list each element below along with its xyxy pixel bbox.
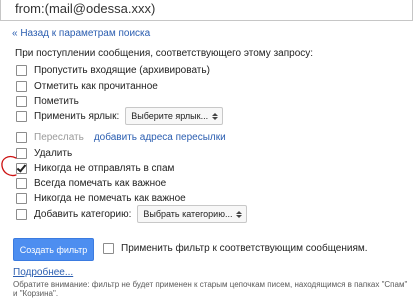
- apply-existing-checkbox[interactable]: [103, 242, 114, 254]
- option-apply-label[interactable]: Применить ярлык: Выберите ярлык...: [16, 107, 224, 125]
- search-query[interactable]: from:(mail@odessa.xxx): [15, 1, 155, 16]
- never-spam-label: Никогда не отправлять в спам: [34, 162, 175, 174]
- filter-note: Обратите внимание: фильтр не будет приме…: [13, 280, 408, 298]
- option-category[interactable]: Добавить категорию: Выбрать категорию...: [16, 205, 248, 223]
- mark-read-checkbox[interactable]: [16, 80, 27, 92]
- forward-checkbox[interactable]: [16, 131, 27, 143]
- star-label: Пометить: [34, 95, 79, 107]
- category-label: Добавить категорию:: [34, 208, 132, 220]
- option-star[interactable]: Пометить: [16, 93, 79, 109]
- option-never-spam[interactable]: Никогда не отправлять в спам: [16, 160, 174, 176]
- label-select-value: Выберите ярлык...: [131, 111, 209, 121]
- learn-more-link[interactable]: Подробнее...: [13, 267, 73, 278]
- red-hand-drawn-mark-icon: [1, 155, 17, 177]
- star-checkbox[interactable]: [16, 95, 27, 107]
- select-arrows-icon: [212, 112, 219, 120]
- back-to-search-link[interactable]: « Назад к параметрам поиска: [12, 28, 150, 39]
- category-select-value: Выбрать категорию...: [143, 209, 233, 219]
- forward-label: Переслать: [34, 131, 84, 143]
- option-skip-inbox[interactable]: Пропустить входящие (архивировать): [16, 62, 210, 78]
- select-arrows-icon: [236, 210, 243, 218]
- search-bar[interactable]: from:(mail@odessa.xxx): [0, 0, 413, 21]
- apply-label-checkbox[interactable]: [16, 110, 27, 122]
- add-forwarding-address-link[interactable]: добавить адреса пересылки: [94, 132, 226, 143]
- never-important-checkbox[interactable]: [16, 192, 27, 204]
- option-always-important[interactable]: Всегда помечать как важное: [16, 175, 166, 191]
- always-important-label: Всегда помечать как важное: [34, 177, 167, 189]
- apply-existing-label: Применить фильтр к соответствующим сообщ…: [121, 242, 368, 254]
- option-delete[interactable]: Удалить: [16, 145, 72, 161]
- create-filter-button[interactable]: Создать фильтр: [13, 238, 94, 261]
- option-forward: Переслать добавить адреса пересылки: [16, 129, 226, 145]
- apply-label-label: Применить ярлык:: [34, 110, 120, 122]
- skip-inbox-label: Пропустить входящие (архивировать): [34, 64, 210, 76]
- mark-read-label: Отметить как прочитанное: [34, 80, 158, 92]
- label-select[interactable]: Выберите ярлык...: [125, 107, 224, 125]
- category-checkbox[interactable]: [16, 208, 27, 220]
- option-never-important[interactable]: Никогда не помечать как важное: [16, 190, 186, 206]
- category-select[interactable]: Выбрать категорию...: [137, 205, 248, 223]
- option-mark-read[interactable]: Отметить как прочитанное: [16, 78, 158, 94]
- never-important-label: Никогда не помечать как важное: [34, 192, 186, 204]
- option-apply-existing[interactable]: Применить фильтр к соответствующим сообщ…: [103, 240, 368, 256]
- skip-inbox-checkbox[interactable]: [16, 64, 27, 76]
- delete-label: Удалить: [34, 147, 73, 159]
- filter-intro-text: При поступлении сообщения, соответствующ…: [15, 48, 314, 59]
